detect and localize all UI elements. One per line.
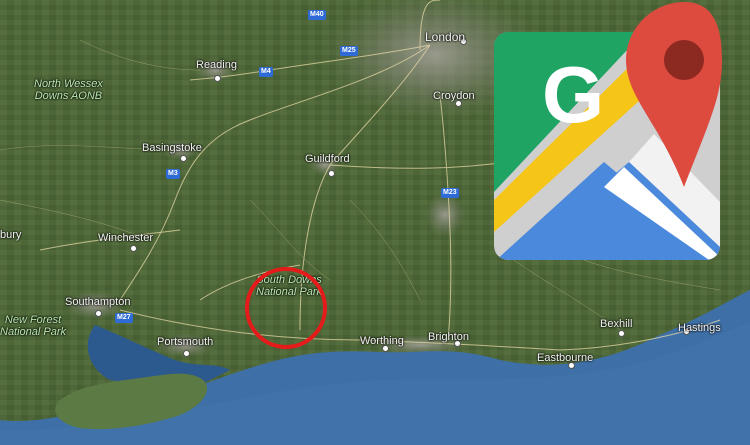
- place-basingstoke[interactable]: Basingstoke: [142, 142, 202, 154]
- road-shield-m27: M27: [115, 313, 133, 323]
- winchester-marker: [130, 245, 137, 252]
- place-portsmouth[interactable]: Portsmouth: [157, 336, 213, 348]
- google-maps-logo-icon: G: [494, 2, 722, 260]
- place-winchester[interactable]: Winchester: [98, 232, 153, 244]
- road-shield-m25: M25: [340, 46, 358, 56]
- guildford-marker: [328, 170, 335, 177]
- reading-marker: [214, 75, 221, 82]
- place-southampton[interactable]: Southampton: [65, 296, 130, 308]
- satellite-map[interactable]: North Wessex Downs AONB New Forest Natio…: [0, 0, 750, 445]
- new-forest-line1: New Forest: [4, 314, 62, 326]
- place-hastings[interactable]: Hastings: [678, 322, 721, 334]
- basingstoke-marker: [180, 155, 187, 162]
- place-bexhill[interactable]: Bexhill: [600, 318, 632, 330]
- place-brighton[interactable]: Brighton: [428, 331, 469, 343]
- place-london[interactable]: London: [425, 30, 465, 44]
- place-guildford[interactable]: Guildford: [305, 153, 350, 165]
- new-forest-line2: National Park: [0, 326, 67, 338]
- place-bury[interactable]: bury: [0, 229, 21, 241]
- new-forest-label: New Forest National Park: [0, 314, 66, 338]
- place-reading[interactable]: Reading: [196, 59, 237, 71]
- place-croydon[interactable]: Croydon: [433, 90, 475, 102]
- road-shield-m4: M4: [259, 67, 273, 77]
- north-wessex-line1: North Wessex: [34, 78, 103, 90]
- logo-letter-g: G: [542, 50, 604, 139]
- north-wessex-line2: Downs AONB: [34, 90, 103, 102]
- southampton-marker: [95, 310, 102, 317]
- pin-center-dot: [664, 40, 704, 80]
- road-shield-m3: M3: [166, 169, 180, 179]
- portsmouth-marker: [183, 350, 190, 357]
- road-shield-m40: M40: [308, 10, 326, 20]
- north-wessex-downs-label: North Wessex Downs AONB: [34, 78, 103, 102]
- place-worthing[interactable]: Worthing: [360, 335, 404, 347]
- place-eastbourne[interactable]: Eastbourne: [537, 352, 593, 364]
- road-shield-m23: M23: [441, 188, 459, 198]
- highlight-circle: [245, 267, 327, 349]
- bexhill-marker: [618, 330, 625, 337]
